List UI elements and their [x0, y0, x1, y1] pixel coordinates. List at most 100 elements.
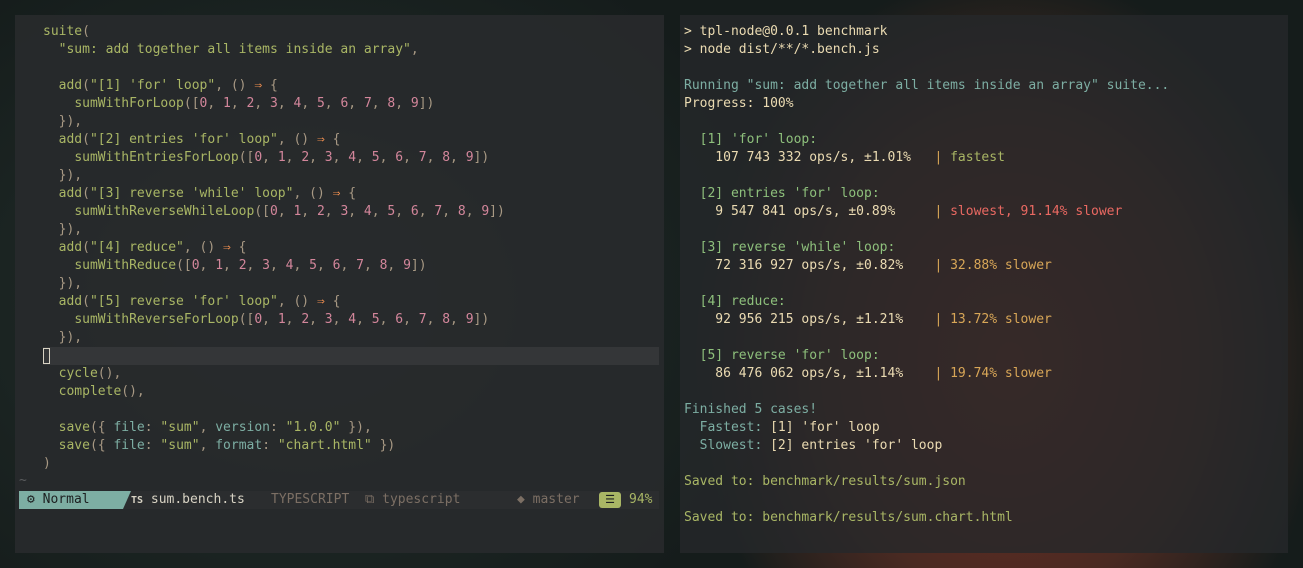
- code-token: ,: [270, 258, 286, 273]
- terminal-token: 72 316 927 ops/s, ±0.82%: [684, 258, 935, 273]
- code-token: add: [58, 294, 83, 309]
- code-token: }),: [58, 222, 83, 237]
- code-token: add: [58, 78, 83, 93]
- code-line: add("[1] 'for' loop", () ⇒ {: [43, 77, 278, 95]
- code-token: }),: [58, 276, 83, 291]
- code-token: ,: [293, 186, 310, 201]
- code-token: (): [230, 78, 255, 93]
- code-token: ,: [285, 150, 302, 165]
- terminal-token: 86 476 062 ops/s, ±1.14%: [684, 366, 935, 381]
- code-token: (): [293, 132, 317, 147]
- code-token: {: [262, 78, 278, 93]
- code-token: 3: [270, 96, 278, 111]
- git-branch: ◆ master: [517, 491, 580, 509]
- code-token: ]): [473, 150, 490, 165]
- code-line: }),: [43, 329, 82, 347]
- code-token: }),: [58, 114, 83, 129]
- code-token: ,: [223, 258, 239, 273]
- code-token: ,: [356, 150, 372, 165]
- terminal-token: Slowest:: [684, 438, 771, 453]
- terminal-token: |: [934, 258, 951, 273]
- code-token: ,: [254, 96, 270, 111]
- code-line: sumWithReverseWhileLoop([0, 1, 2, 3, 4, …: [43, 203, 505, 221]
- code-token: file: [113, 420, 145, 435]
- code-token: ,: [450, 150, 466, 165]
- code-token: ,: [301, 204, 317, 219]
- code-token: :: [262, 438, 278, 453]
- code-line: }),: [43, 221, 82, 239]
- code-token: {: [324, 132, 341, 147]
- editor-pane[interactable]: suite( "sum: add together all items insi…: [15, 15, 664, 553]
- lsp-icon: ⧉: [365, 492, 375, 507]
- code-token: ,: [442, 204, 458, 219]
- code-token: (: [82, 24, 90, 39]
- terminal-line: Fastest: [1] 'for' loop: [684, 419, 880, 437]
- code-token: }),: [58, 168, 83, 183]
- code-token: ,: [309, 150, 325, 165]
- terminal-token: 107 743 332 ops/s, ±1.01%: [684, 150, 935, 165]
- terminal-token: > tpl-node@0.0.1 benchmark: [684, 24, 888, 39]
- code-token: ([: [238, 150, 255, 165]
- terminal-line: > node dist/**/*.bench.js: [684, 41, 880, 59]
- code-token: ,: [379, 150, 396, 165]
- mode-icon: ⚙: [27, 492, 35, 507]
- code-token: 8: [442, 150, 451, 165]
- code-token: "1.0.0": [285, 420, 341, 435]
- code-token: 6: [410, 204, 419, 219]
- code-token: suite: [43, 24, 83, 39]
- code-token: 7: [356, 258, 364, 273]
- code-token: ,: [262, 312, 278, 327]
- code-line: suite(: [43, 23, 90, 41]
- code-token: save: [58, 420, 90, 435]
- code-line: }),: [43, 167, 82, 185]
- code-token: (): [199, 240, 224, 255]
- code-token: 7: [418, 150, 427, 165]
- code-token: 6: [395, 150, 404, 165]
- code-token: sumWithReverseWhileLoop: [74, 204, 255, 219]
- code-token: 8: [442, 312, 451, 327]
- code-token: ,: [348, 204, 364, 219]
- terminal-token: > node dist/**/*.bench.js: [684, 42, 880, 57]
- terminal-token: [2] entries 'for' loop: [770, 438, 943, 453]
- code-token: ,: [332, 150, 349, 165]
- code-token: ⇒: [254, 78, 263, 93]
- code-line: sumWithEntriesForLoop([0, 1, 2, 3, 4, 5,…: [43, 149, 489, 167]
- code-token: ⇒: [316, 294, 325, 309]
- code-token: 5: [371, 150, 380, 165]
- code-token: 2: [238, 258, 247, 273]
- terminal-line: [2] entries 'for' loop:: [684, 185, 880, 203]
- code-token: ]): [473, 312, 490, 327]
- terminal-line: Slowest: [2] entries 'for' loop: [684, 437, 943, 455]
- terminal-token: Running "sum: add together all items ins…: [684, 78, 1170, 93]
- code-token: save: [58, 438, 90, 453]
- code-token: ,: [363, 258, 380, 273]
- code-token: "[4] reduce": [89, 240, 184, 255]
- code-token: ,: [262, 150, 278, 165]
- code-token: ,: [230, 96, 247, 111]
- terminal-pane[interactable]: > tpl-node@0.0.1 benchmark > node dist/**…: [680, 15, 1288, 553]
- code-token: (): [309, 186, 333, 201]
- terminal-token: 19.74% slower: [950, 366, 1052, 381]
- code-token: add: [58, 240, 83, 255]
- code-token: ,: [199, 258, 216, 273]
- branch-label: master: [532, 492, 580, 507]
- code-token: 3: [324, 150, 333, 165]
- code-token: (: [82, 186, 90, 201]
- code-line: sumWithReverseForLoop([0, 1, 2, 3, 4, 5,…: [43, 311, 489, 329]
- code-token: ,: [371, 204, 388, 219]
- code-token: "sum": [160, 438, 200, 453]
- code-line: sumWithForLoop([0, 1, 2, 3, 4, 5, 6, 7, …: [43, 95, 434, 113]
- lsp-status: ⧉ typescript: [365, 491, 460, 509]
- code-token: ⇒: [223, 240, 231, 255]
- code-token: 3: [262, 258, 270, 273]
- code-token: add: [58, 186, 83, 201]
- code-token: {: [340, 186, 357, 201]
- code-token: ,: [277, 294, 294, 309]
